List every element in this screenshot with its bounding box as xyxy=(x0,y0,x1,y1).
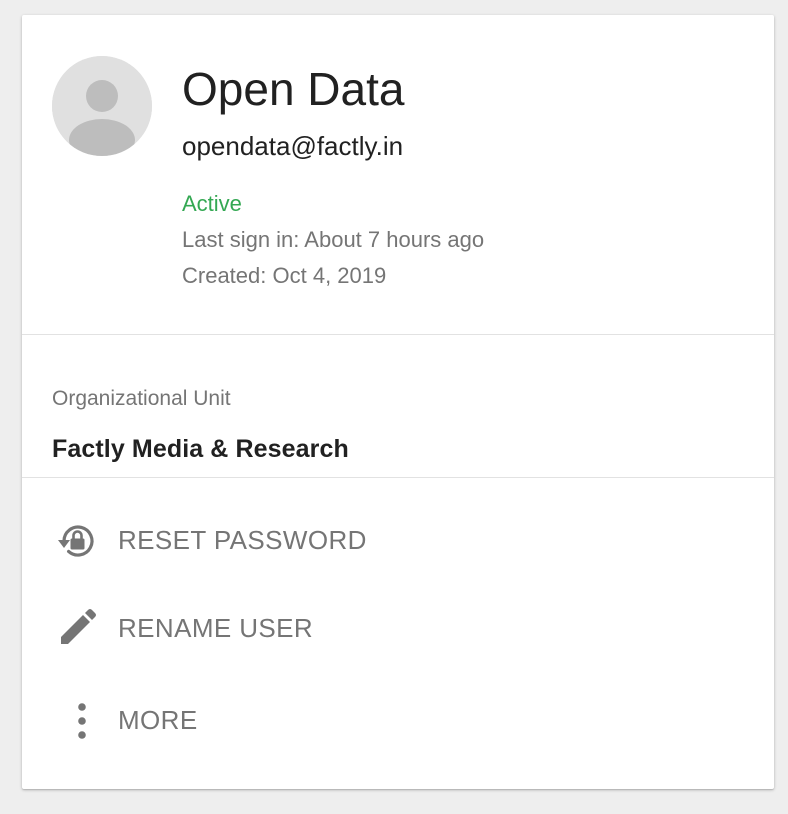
org-unit-section: Organizational Unit Factly Media & Resea… xyxy=(22,335,774,478)
more-button[interactable]: MORE xyxy=(22,684,774,754)
reset-password-button[interactable]: RESET PASSWORD xyxy=(22,504,774,574)
pencil-icon xyxy=(61,609,96,644)
user-email: opendata@factly.in xyxy=(182,131,404,161)
more-vertical-icon xyxy=(78,703,86,739)
rename-user-button[interactable]: RENAME USER xyxy=(22,592,774,662)
default-avatar-icon xyxy=(52,56,152,156)
org-unit-label: Organizational Unit xyxy=(52,387,231,410)
user-name: Open Data xyxy=(182,63,405,115)
rename-user-label: RENAME USER xyxy=(118,613,314,643)
lock-reset-icon xyxy=(58,525,94,557)
avatar xyxy=(52,56,152,156)
reset-password-label: RESET PASSWORD xyxy=(118,525,367,555)
status-badge: Active xyxy=(182,191,242,216)
profile-section: Open Data opendata@factly.in Active Last… xyxy=(22,15,774,335)
user-card: Open Data opendata@factly.in Active Last… xyxy=(22,15,774,789)
more-label: MORE xyxy=(118,705,198,735)
created-date: Created: Oct 4, 2019 xyxy=(182,263,387,288)
org-unit-value: Factly Media & Research xyxy=(52,435,349,463)
last-sign-in: Last sign in: About 7 hours ago xyxy=(182,227,485,252)
